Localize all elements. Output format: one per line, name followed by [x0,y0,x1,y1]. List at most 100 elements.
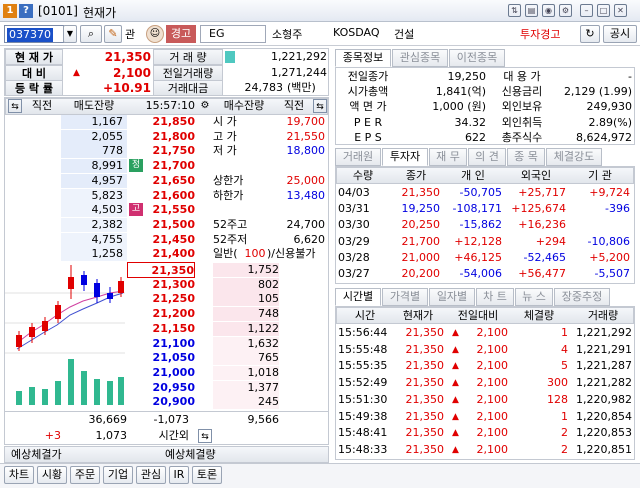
ask-quantity[interactable]: 8,991 [61,158,124,174]
maximize-icon[interactable]: □ [597,4,610,17]
kwan-label[interactable]: 관 [125,26,135,42]
search-icon[interactable]: ⌕ [80,25,102,43]
stock-code-input[interactable]: 037370 [4,25,64,43]
ask-price[interactable]: 21,500 [129,217,195,233]
ask-price[interactable]: 21,750 [129,143,195,159]
ask-price[interactable]: 21,600 [129,188,195,204]
settings-icon[interactable]: ⚙ [559,4,572,17]
tab-tabs2-4[interactable]: 종 목 [507,148,545,166]
tab-tabs3-5[interactable]: 장중추정 [554,288,610,306]
bid-price[interactable]: 20,950 [127,380,195,396]
eg-field[interactable]: EG [200,25,266,43]
info-label: 시가총액 [347,85,389,99]
bid-quantity[interactable]: 1,632 [213,336,280,352]
bid-price[interactable]: 20,900 [127,394,195,410]
close-icon[interactable]: ✕ [614,4,627,17]
bid-price[interactable]: 21,100 [127,336,195,352]
disclosure-button[interactable]: 공시 [603,25,637,43]
after-toggle-icon[interactable]: ⇆ [198,429,212,443]
ob-bid-header: 매수잔량 [223,99,265,112]
info-label: E P S [354,130,382,144]
ask-quantity[interactable]: 1,167 [61,114,124,130]
tick-volume: 1,221,287 [576,359,632,373]
bid-quantity[interactable]: 748 [213,306,279,322]
bottom-button-5[interactable]: IR [169,466,189,484]
bottom-button-4[interactable]: 관심 [136,466,166,484]
ask-price[interactable]: 21,550 [129,202,195,218]
code-dropdown-icon[interactable]: ▼ [63,25,77,43]
refresh-icon[interactable]: ↻ [580,25,600,43]
bid-price[interactable]: 21,050 [127,350,195,366]
ob-toggle-icon[interactable]: ⇆ [8,99,22,113]
bid-quantity[interactable]: 1,377 [213,380,280,396]
bottom-button-3[interactable]: 기업 [103,466,133,484]
warning-badge: 경고 [166,25,196,43]
person-icon[interactable]: ☺ [146,25,164,43]
ask-price[interactable]: 21,700 [129,158,195,174]
tick-price: 21,350 [405,409,445,423]
rate-label: 등 락 률 [5,80,63,96]
ask-price[interactable]: 21,850 [129,114,195,130]
bid-quantity[interactable]: 765 [213,350,279,366]
ask-price[interactable]: 21,400 [129,246,195,262]
bottom-button-0[interactable]: 차트 [4,466,34,484]
info-label2: 총주식수 [501,130,543,144]
ask-quantity[interactable]: 2,055 [61,129,124,145]
tab-tabs2-3[interactable]: 의 견 [468,148,506,166]
ask-quantity[interactable]: 5,823 [61,188,124,204]
ask-quantity[interactable]: 778 [61,143,123,159]
tick-volume: 1,221,291 [576,342,632,356]
tab-tabs1-1[interactable]: 관심종목 [392,49,448,67]
minimize-icon[interactable]: – [580,4,593,17]
bid-quantity[interactable]: 105 [213,291,279,307]
ob-settings-icon[interactable]: ⚙ [198,99,212,113]
bid-quantity[interactable]: 1,018 [213,365,280,381]
ob-toggle2-icon[interactable]: ⇆ [313,99,327,113]
tab-tabs3-3[interactable]: 차 트 [476,288,514,306]
tab-tabs1-0[interactable]: 종목정보 [335,49,391,67]
window-number-badge[interactable]: 1 [3,4,17,18]
tick-price: 21,350 [405,326,445,339]
bid-price[interactable]: 21,300 [127,277,195,293]
ask-quantity[interactable]: 2,382 [61,217,124,233]
note-icon[interactable]: ✎ [104,25,122,43]
bid-price[interactable]: 21,150 [127,321,195,337]
tab-tabs3-2[interactable]: 일자별 [429,288,475,306]
investor-cell: +9,724 [589,186,630,199]
tick-qty: 2 [561,426,568,440]
ask-price[interactable]: 21,800 [129,129,195,145]
ask-price[interactable]: 21,450 [129,232,195,248]
bid-quantity[interactable]: 802 [213,277,279,293]
bottom-button-1[interactable]: 시황 [37,466,67,484]
link-icon[interactable]: ⇅ [508,4,521,17]
after-prev: +3 [44,429,61,442]
print-icon[interactable]: ▤ [525,4,538,17]
ask-quantity[interactable]: 1,258 [61,246,124,262]
tab-tabs2-2[interactable]: 재 무 [429,148,467,166]
ask-quantity[interactable]: 4,503 [61,202,124,218]
bid-price[interactable]: 21,200 [127,306,195,322]
tab-tabs3-0[interactable]: 시간별 [335,288,381,306]
camera-icon[interactable]: ◉ [542,4,555,17]
tab-tabs2-5[interactable]: 체결강도 [546,148,602,166]
bottom-button-2[interactable]: 주문 [70,466,100,484]
bid-quantity[interactable]: 245 [213,394,279,410]
screen-code: [0101] [38,4,78,18]
ask-price[interactable]: 21,650 [129,173,195,189]
help-badge[interactable]: ? [19,4,33,18]
bid-quantity[interactable]: 1,752 [213,262,280,278]
price-info-value: 13,480 [286,188,326,202]
tab-tabs1-2[interactable]: 이전종목 [449,49,505,67]
bid-price[interactable]: 21,350 [127,262,195,278]
bid-price[interactable]: 21,000 [127,365,195,381]
bid-price[interactable]: 21,250 [127,291,195,307]
investor-cell: -396 [605,202,630,216]
bid-quantity[interactable]: 1,122 [213,321,280,337]
tab-tabs3-4[interactable]: 뉴 스 [515,288,553,306]
ask-quantity[interactable]: 4,957 [61,173,124,189]
bottom-button-6[interactable]: 토론 [192,466,222,484]
tab-tabs2-1[interactable]: 투자자 [382,148,428,166]
ask-quantity[interactable]: 4,755 [61,232,124,248]
tab-tabs2-0[interactable]: 거래원 [335,148,381,166]
tab-tabs3-1[interactable]: 가격별 [382,288,428,306]
